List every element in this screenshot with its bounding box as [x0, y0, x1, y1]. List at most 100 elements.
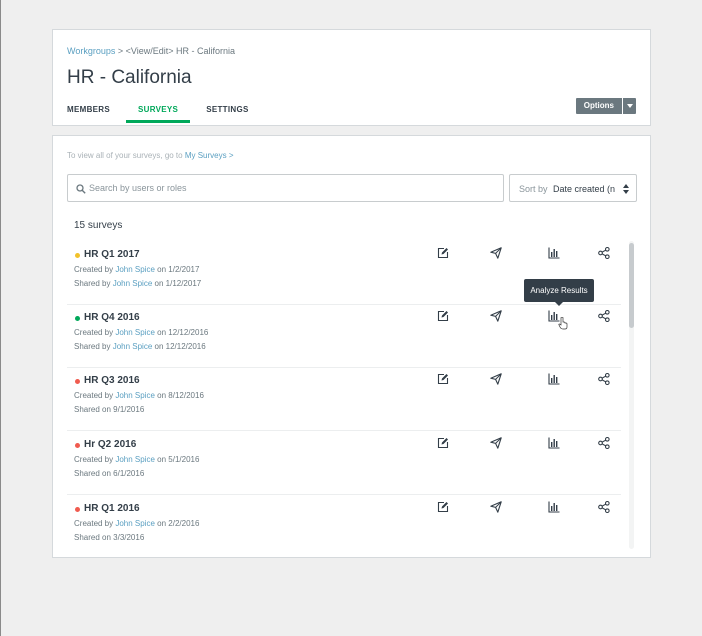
surveys-panel: To view all of your surveys, go to My Su… [52, 135, 651, 558]
search-icon [76, 184, 86, 194]
send-survey-button[interactable] [489, 372, 503, 386]
created-prefix: Created by [74, 455, 116, 464]
options-button[interactable]: Options [575, 98, 622, 114]
page-title: HR - California [67, 67, 192, 88]
share-icon [598, 437, 610, 449]
created-suffix: on 1/2/2017 [154, 265, 200, 274]
analyze-results-button[interactable] [547, 246, 561, 260]
header-card: Workgroups > <View/Edit> HR - California… [52, 29, 651, 126]
sort-select[interactable]: Sort by Date created (n [509, 174, 637, 202]
edit-icon [437, 373, 449, 385]
shared-suffix: on 12/12/2016 [152, 342, 206, 351]
edit-survey-button[interactable] [436, 372, 450, 386]
tab-bar: MEMBERS SURVEYS SETTINGS [67, 105, 277, 123]
shared-by-link[interactable]: John Spice [113, 342, 153, 351]
share-icon [598, 310, 610, 322]
status-dot [75, 379, 80, 384]
share-survey-button[interactable] [597, 500, 611, 514]
survey-title[interactable]: HR Q1 2016 [84, 503, 140, 514]
created-suffix: on 5/1/2016 [154, 455, 200, 464]
survey-shared-line: Shared by John Spice on 12/12/2016 [74, 342, 206, 351]
survey-shared-line: Shared on 6/1/2016 [74, 469, 144, 478]
created-by-link[interactable]: John Spice [115, 519, 155, 528]
edit-survey-button[interactable] [436, 309, 450, 323]
survey-row[interactable]: Hr Q2 2016 Created by John Spice on 5/1/… [67, 431, 621, 495]
tab-surveys[interactable]: SURVEYS [125, 105, 191, 123]
analyze-icon [548, 501, 560, 513]
edit-icon [437, 310, 449, 322]
status-dot [75, 507, 80, 512]
survey-title[interactable]: HR Q1 2017 [84, 249, 140, 260]
send-survey-button[interactable] [489, 246, 503, 260]
shared-prefix: Shared by [74, 342, 113, 351]
created-by-link[interactable]: John Spice [115, 328, 155, 337]
sort-arrows-icon [623, 184, 629, 194]
created-suffix: on 12/12/2016 [154, 328, 209, 337]
share-survey-button[interactable] [597, 246, 611, 260]
hint-text: To view all of your surveys, go to [67, 151, 185, 160]
survey-created-line: Created by John Spice on 1/2/2017 [74, 265, 199, 274]
status-dot [75, 316, 80, 321]
survey-title[interactable]: Hr Q2 2016 [84, 439, 136, 450]
created-suffix: on 2/2/2016 [154, 519, 200, 528]
created-suffix: on 8/12/2016 [154, 391, 204, 400]
breadcrumb: Workgroups > <View/Edit> HR - California [67, 46, 235, 56]
survey-shared-line: Shared by John Spice on 1/12/2017 [74, 279, 201, 288]
created-by-link[interactable]: John Spice [115, 455, 155, 464]
window-edge [0, 0, 1, 636]
share-survey-button[interactable] [597, 436, 611, 450]
send-icon [490, 247, 502, 259]
created-by-link[interactable]: John Spice [115, 391, 155, 400]
shared-suffix: on 1/12/2017 [152, 279, 202, 288]
edit-survey-button[interactable] [436, 500, 450, 514]
my-surveys-link[interactable]: My Surveys > [185, 151, 234, 160]
scrollbar[interactable] [629, 241, 634, 549]
sort-value: Date created (n [553, 184, 616, 194]
sort-label: Sort by [519, 184, 548, 194]
survey-row[interactable]: HR Q1 2016 Created by John Spice on 2/2/… [67, 495, 621, 545]
survey-title[interactable]: HR Q3 2016 [84, 375, 140, 386]
send-survey-button[interactable] [489, 309, 503, 323]
survey-row[interactable]: HR Q3 2016 Created by John Spice on 8/12… [67, 367, 621, 431]
send-icon [490, 501, 502, 513]
survey-created-line: Created by John Spice on 5/1/2016 [74, 455, 199, 464]
survey-created-line: Created by John Spice on 12/12/2016 [74, 328, 208, 337]
analyze-icon [548, 437, 560, 449]
hand-cursor-icon [558, 317, 568, 330]
tab-settings[interactable]: SETTINGS [206, 105, 248, 123]
status-dot [75, 253, 80, 258]
options-group: Options [575, 98, 636, 114]
survey-shared-line: Shared on 3/3/2016 [74, 533, 144, 542]
share-icon [598, 247, 610, 259]
share-survey-button[interactable] [597, 309, 611, 323]
survey-count: 15 surveys [74, 220, 123, 231]
send-icon [490, 373, 502, 385]
created-prefix: Created by [74, 328, 116, 337]
shared-prefix: Shared by [74, 279, 113, 288]
created-by-link[interactable]: John Spice [115, 265, 155, 274]
surveys-hint: To view all of your surveys, go to My Su… [67, 151, 234, 160]
share-survey-button[interactable] [597, 372, 611, 386]
edit-icon [437, 247, 449, 259]
edit-survey-button[interactable] [436, 246, 450, 260]
options-dropdown-toggle[interactable] [623, 98, 636, 114]
scrollbar-thumb[interactable] [629, 243, 634, 328]
send-survey-button[interactable] [489, 500, 503, 514]
breadcrumb-link-workgroups[interactable]: Workgroups [67, 46, 115, 56]
analyze-results-button[interactable] [547, 500, 561, 514]
shared-prefix: Shared on 6/1/2016 [74, 469, 145, 478]
created-prefix: Created by [74, 391, 116, 400]
tab-members[interactable]: MEMBERS [67, 105, 110, 123]
send-icon [490, 310, 502, 322]
send-survey-button[interactable] [489, 436, 503, 450]
survey-row[interactable]: HR Q4 2016 Created by John Spice on 12/1… [67, 304, 621, 368]
analyze-results-button[interactable] [547, 372, 561, 386]
created-prefix: Created by [74, 265, 116, 274]
shared-by-link[interactable]: John Spice [113, 279, 153, 288]
survey-title[interactable]: HR Q4 2016 [84, 312, 140, 323]
edit-survey-button[interactable] [436, 436, 450, 450]
analyze-results-button[interactable] [547, 436, 561, 450]
search-box[interactable] [67, 174, 504, 202]
search-input[interactable] [89, 175, 489, 201]
shared-prefix: Shared on 9/1/2016 [74, 405, 145, 414]
